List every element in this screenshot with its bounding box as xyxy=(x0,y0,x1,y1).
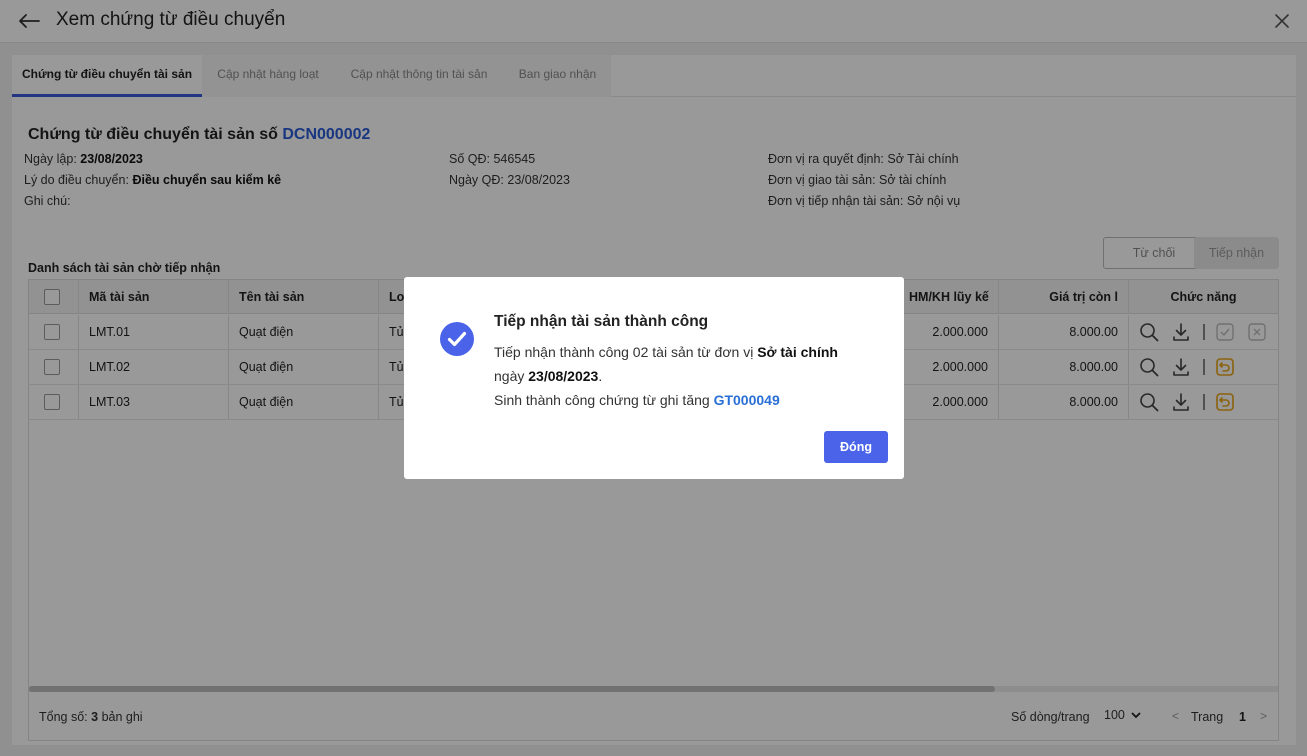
voucher-link[interactable]: GT000049 xyxy=(714,392,780,408)
unit-name: Sở tài chính xyxy=(757,344,838,360)
success-dialog: Tiếp nhận tài sản thành công Tiếp nhận t… xyxy=(404,277,904,479)
text: Tiếp nhận thành công 02 tài sản từ đơn v… xyxy=(494,344,754,360)
dialog-title: Tiếp nhận tài sản thành công xyxy=(494,313,709,330)
text: ngày xyxy=(494,368,525,384)
period: . xyxy=(598,368,603,384)
date: 23/08/2023 xyxy=(528,368,599,384)
check-circle-icon xyxy=(440,322,474,356)
dialog-line-1: Tiếp nhận thành công 02 tài sản từ đơn v… xyxy=(494,344,838,360)
close-dialog-button[interactable]: Đóng xyxy=(824,431,888,463)
dialog-line-3: Sinh thành công chứng từ ghi tăng GT0000… xyxy=(494,392,780,408)
text: Sinh thành công chứng từ ghi tăng xyxy=(494,392,710,408)
dialog-line-2: ngày 23/08/2023. xyxy=(494,368,602,384)
